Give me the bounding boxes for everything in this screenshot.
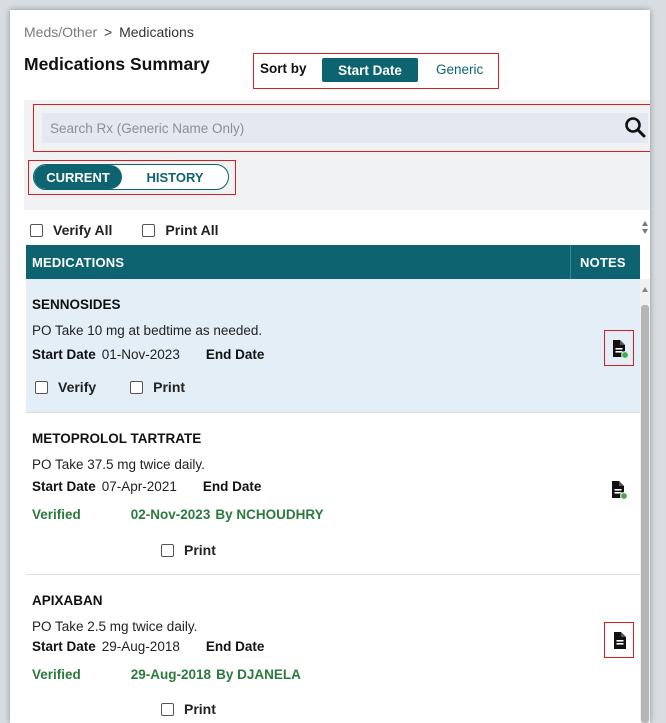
row-actions: Verify Print	[35, 379, 219, 395]
print-label: Print	[184, 542, 216, 558]
tab-current[interactable]: CURRENT	[34, 165, 122, 189]
verify-all-checkbox[interactable]	[30, 223, 43, 237]
bulk-actions-bar: Verify All Print All	[26, 215, 636, 245]
date-line: Start Date 01-Nov-2023 End Date	[32, 347, 270, 362]
note-document-icon	[613, 340, 629, 359]
verify-label: Verify	[58, 379, 97, 395]
search-icon[interactable]	[624, 116, 646, 138]
breadcrumb-parent-link[interactable]: Meds/Other	[24, 24, 97, 40]
breadcrumb-separator: >	[104, 24, 113, 40]
end-date-label: End Date	[205, 347, 265, 362]
print-label: Print	[184, 701, 216, 717]
search-container	[33, 104, 650, 152]
sort-label: Sort by	[260, 61, 307, 76]
verify-checkbox[interactable]	[35, 380, 48, 394]
sort-generic-button[interactable]: Generic	[436, 62, 483, 77]
verified-label: Verified	[32, 507, 81, 522]
status-tabs: CURRENT HISTORY	[33, 164, 229, 190]
medications-table-header: MEDICATIONS NOTES	[26, 245, 640, 279]
note-document-icon	[612, 481, 628, 500]
verified-label: Verified	[32, 667, 81, 682]
verified-line: Verified 29-Aug-2018 By DJANELA	[32, 667, 301, 682]
row-actions: Print	[161, 701, 250, 717]
end-date-label: End Date	[205, 639, 265, 654]
row-actions: Print	[161, 542, 250, 558]
verified-by: By DJANELA	[216, 667, 301, 682]
start-date-label: Start Date	[32, 479, 96, 494]
sort-control: Sort by Start Date Generic	[253, 53, 499, 89]
breadcrumb: Meds/Other > Medications	[24, 24, 194, 40]
medication-name: APIXABAN	[32, 593, 103, 608]
start-date-label: Start Date	[32, 639, 96, 654]
breadcrumb-current: Medications	[119, 24, 194, 40]
verified-line: Verified 02-Nov-2023 By NCHOUDHRY	[32, 507, 324, 522]
medication-row[interactable]: SENNOSIDES PO Take 10 mg at bedtime as n…	[26, 279, 640, 413]
column-header-medications: MEDICATIONS	[32, 255, 125, 270]
tabs-container: CURRENT HISTORY	[28, 160, 236, 195]
scroll-up-arrow-icon[interactable]	[642, 221, 648, 226]
list-scrollbar-thumb[interactable]	[641, 305, 649, 723]
print-checkbox[interactable]	[130, 380, 144, 394]
date-line: Start Date 07-Apr-2021 End Date	[32, 479, 267, 494]
start-date-value: 29-Aug-2018	[101, 639, 180, 654]
medication-sig: PO Take 37.5 mg twice daily.	[32, 457, 205, 472]
column-header-notes: NOTES	[580, 255, 626, 270]
list-scrollbar[interactable]	[640, 279, 650, 723]
verify-all-label: Verify All	[53, 222, 113, 238]
verified-date: 29-Aug-2018	[130, 667, 212, 682]
verified-date: 02-Nov-2023	[130, 507, 211, 522]
notes-button[interactable]	[604, 330, 634, 366]
medication-row[interactable]: APIXABAN PO Take 2.5 mg twice daily. Sta…	[26, 575, 640, 723]
tab-history[interactable]: HISTORY	[122, 165, 228, 189]
notes-button[interactable]	[604, 472, 634, 508]
date-line: Start Date 29-Aug-2018 End Date	[32, 639, 270, 654]
print-checkbox[interactable]	[161, 702, 174, 716]
page-title: Medications Summary	[24, 54, 210, 74]
notes-button[interactable]	[604, 622, 634, 658]
medication-sig: PO Take 2.5 mg twice daily.	[32, 619, 198, 634]
search-input[interactable]	[42, 113, 648, 143]
print-all-checkbox[interactable]	[142, 223, 156, 237]
print-checkbox[interactable]	[161, 543, 174, 557]
scroll-down-arrow-icon[interactable]	[642, 229, 648, 234]
start-date-value: 07-Apr-2021	[101, 479, 177, 494]
end-date-label: End Date	[202, 479, 262, 494]
medication-name: SENNOSIDES	[32, 297, 121, 312]
verified-by: By NCHOUDHRY	[215, 507, 324, 522]
outer-scrollbar[interactable]	[640, 215, 650, 245]
start-date-label: Start Date	[32, 347, 96, 362]
medications-panel: Meds/Other > Medications Medications Sum…	[10, 10, 650, 723]
start-date-value: 01-Nov-2023	[101, 347, 180, 362]
medication-name: METOPROLOL TARTRATE	[32, 431, 202, 446]
list-scroll-up-arrow-icon[interactable]	[642, 287, 648, 292]
print-label: Print	[153, 379, 186, 395]
sort-start-date-button[interactable]: Start Date	[322, 58, 418, 82]
medication-sig: PO Take 10 mg at bedtime as needed.	[32, 323, 263, 338]
note-document-icon	[614, 632, 626, 649]
column-divider	[570, 245, 571, 279]
medication-row[interactable]: METOPROLOL TARTRATE PO Take 37.5 mg twic…	[26, 413, 640, 575]
print-all-label: Print All	[165, 222, 219, 238]
